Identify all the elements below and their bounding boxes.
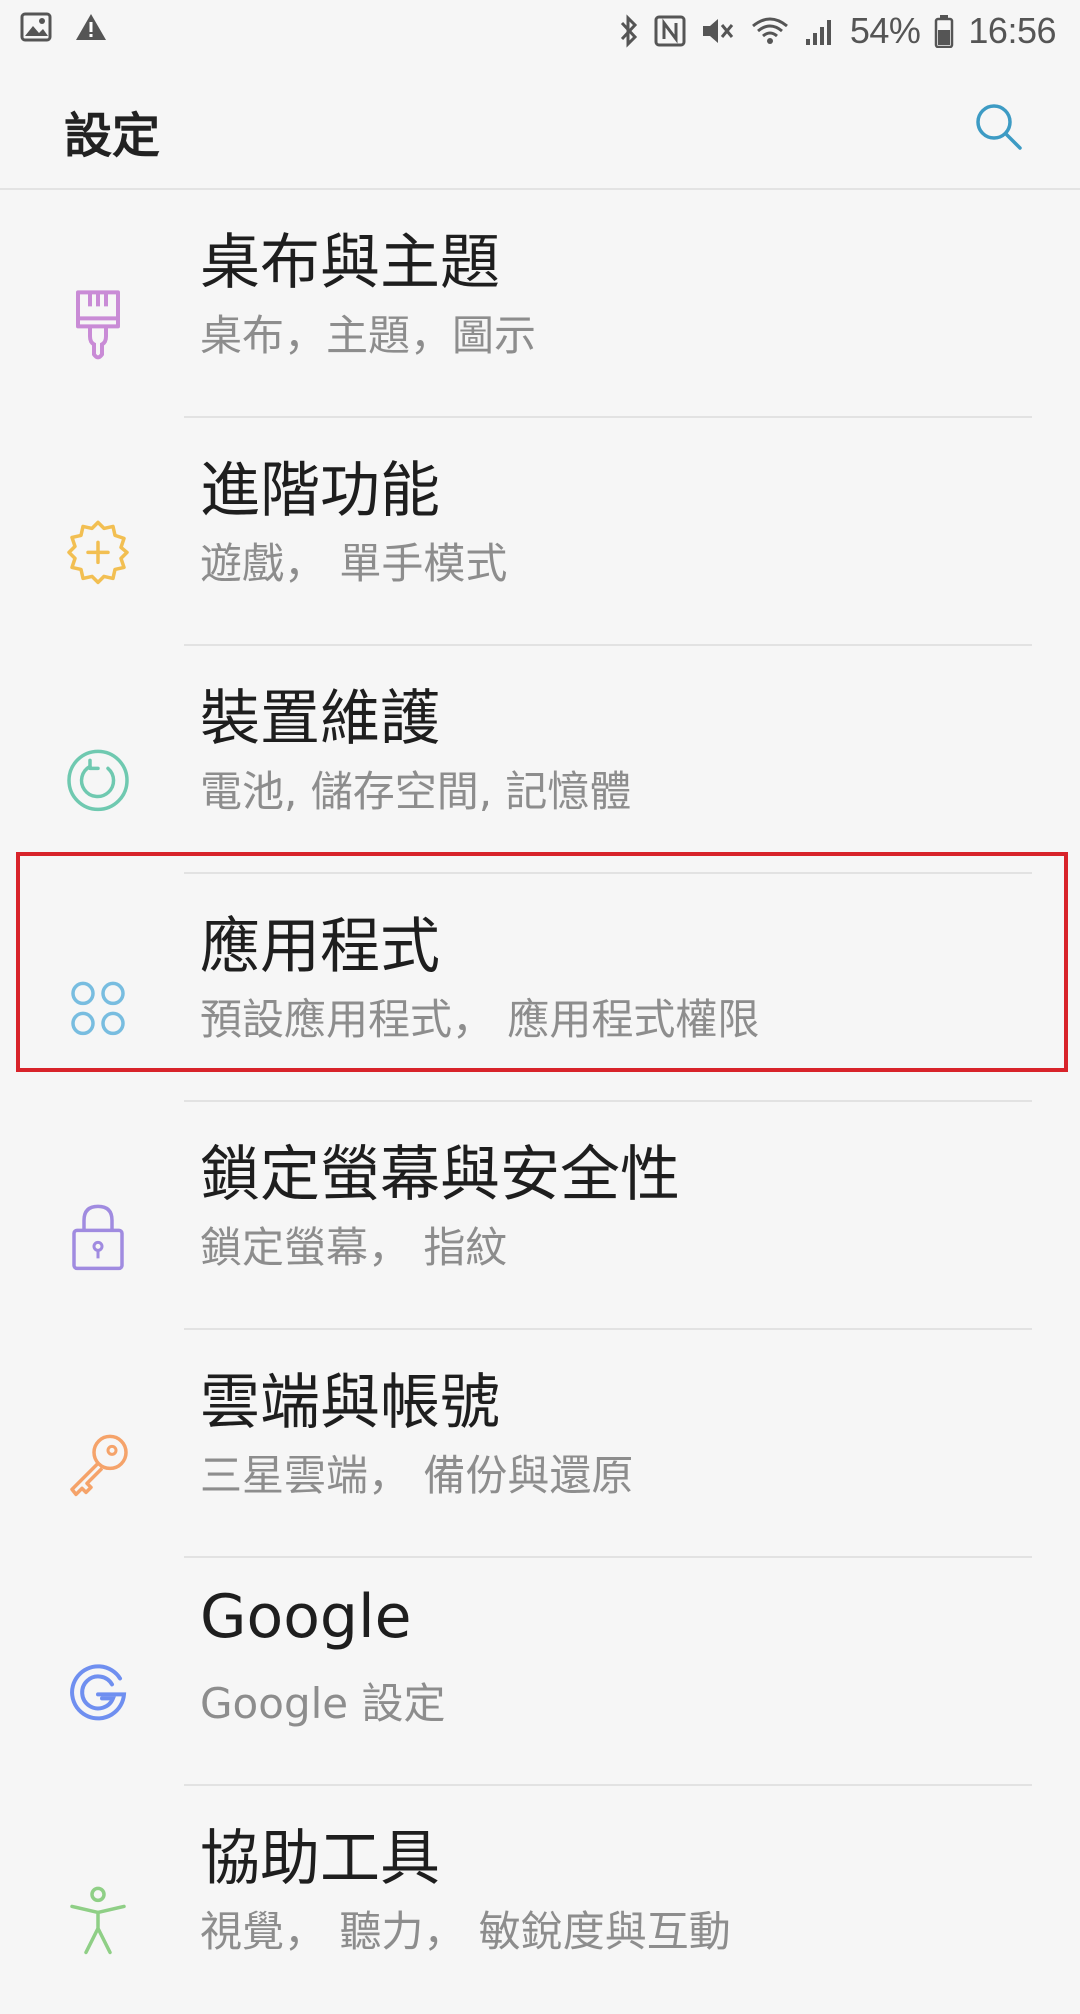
settings-item-advanced-features[interactable]: 進階功能 遊戲， 單手模式 bbox=[0, 418, 1080, 646]
key-icon bbox=[64, 1430, 132, 1498]
item-title: 應用程式 bbox=[200, 912, 440, 982]
device-care-icon bbox=[64, 746, 132, 814]
item-title: Google bbox=[200, 1582, 412, 1652]
status-bar: 54% 16:56 bbox=[0, 0, 1080, 62]
settings-item-device-care[interactable]: 裝置維護 電池, 儲存空間, 記憶體 bbox=[0, 646, 1080, 874]
bluetooth-icon bbox=[618, 14, 640, 48]
item-title: 桌布與主題 bbox=[200, 228, 500, 298]
settings-item-google[interactable]: Google Google 設定 bbox=[0, 1558, 1080, 1786]
signal-icon bbox=[804, 15, 836, 47]
page-title: 設定 bbox=[64, 108, 161, 164]
item-title: 雲端與帳號 bbox=[200, 1368, 500, 1438]
wifi-icon bbox=[750, 15, 790, 47]
item-subtitle: 預設應用程式， 應用程式權限 bbox=[200, 995, 760, 1044]
item-subtitle: 桌布，主題，圖示 bbox=[200, 311, 537, 360]
item-title: 裝置維護 bbox=[200, 684, 440, 754]
image-icon bbox=[20, 12, 52, 42]
battery-icon bbox=[934, 14, 954, 48]
settings-list: 桌布與主題 桌布，主題，圖示 進階功能 遊戲， 單手模式 裝置維護 電池, 儲存… bbox=[0, 190, 1080, 2014]
settings-item-accessibility[interactable]: 協助工具 視覺， 聽力， 敏銳度與互動 bbox=[0, 1786, 1080, 2014]
settings-item-lock-screen-security[interactable]: 鎖定螢幕與安全性 鎖定螢幕， 指紋 bbox=[0, 1102, 1080, 1330]
settings-item-cloud-accounts[interactable]: 雲端與帳號 三星雲端， 備份與還原 bbox=[0, 1330, 1080, 1558]
item-title: 鎖定螢幕與安全性 bbox=[200, 1140, 680, 1210]
lock-icon bbox=[64, 1202, 132, 1271]
accessibility-icon bbox=[64, 1886, 132, 1955]
settings-item-wallpapers-themes[interactable]: 桌布與主題 桌布，主題，圖示 bbox=[0, 190, 1080, 418]
item-subtitle: 鎖定螢幕， 指紋 bbox=[200, 1223, 508, 1272]
item-title: 進階功能 bbox=[200, 456, 440, 526]
item-subtitle: Google 設定 bbox=[200, 1679, 446, 1728]
paintbrush-icon bbox=[64, 290, 132, 360]
nfc-icon bbox=[654, 15, 686, 47]
app-header: 設定 bbox=[0, 62, 1080, 190]
warning-icon bbox=[74, 12, 108, 42]
settings-item-apps[interactable]: 應用程式 預設應用程式， 應用程式權限 bbox=[0, 874, 1080, 1102]
mute-icon bbox=[700, 15, 736, 47]
google-icon bbox=[64, 1658, 132, 1726]
clock: 16:56 bbox=[968, 10, 1056, 51]
item-subtitle: 視覺， 聽力， 敏銳度與互動 bbox=[200, 1907, 731, 1956]
item-subtitle: 三星雲端， 備份與還原 bbox=[200, 1451, 634, 1500]
item-subtitle: 電池, 儲存空間, 記憶體 bbox=[200, 767, 632, 816]
battery-percent: 54% bbox=[849, 10, 921, 51]
search-icon bbox=[976, 104, 1022, 150]
search-button[interactable] bbox=[968, 96, 1028, 156]
item-subtitle: 遊戲， 單手模式 bbox=[200, 539, 508, 588]
gear-plus-icon bbox=[64, 518, 132, 586]
apps-icon bbox=[64, 974, 132, 1042]
item-title: 協助工具 bbox=[200, 1824, 440, 1894]
